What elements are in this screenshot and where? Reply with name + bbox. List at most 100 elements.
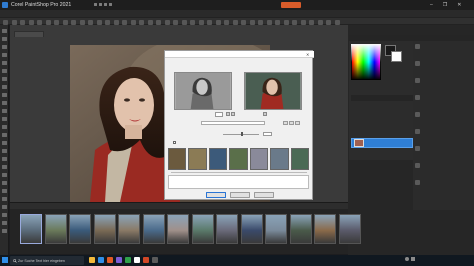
tool-button[interactable] — [2, 157, 7, 161]
tool-button[interactable] — [2, 213, 7, 217]
tool-button[interactable] — [2, 69, 7, 73]
organizer-thumbnail[interactable] — [314, 214, 336, 244]
toolbar-button[interactable] — [275, 19, 280, 25]
toolbar-button[interactable] — [249, 19, 255, 25]
toolbar-button[interactable] — [156, 19, 161, 25]
toolbar-button[interactable] — [258, 19, 263, 25]
save-preset-icon[interactable] — [283, 121, 288, 125]
redo-icon[interactable] — [99, 3, 102, 6]
volume-icon[interactable] — [411, 257, 415, 261]
taskbar-app-icon[interactable] — [143, 257, 149, 263]
preview-thumbnail[interactable] — [244, 72, 302, 110]
taskbar-app-icon[interactable] — [107, 257, 113, 263]
tool-button[interactable] — [2, 125, 7, 129]
toolbar-button[interactable] — [54, 19, 59, 25]
tool-button[interactable] — [2, 205, 7, 209]
close-button[interactable]: ✕ — [457, 2, 461, 8]
tool-button[interactable] — [2, 53, 7, 57]
effect-item[interactable] — [415, 129, 472, 141]
toolbar-button[interactable] — [317, 19, 323, 25]
toolbar-button[interactable] — [113, 19, 119, 25]
tool-button[interactable] — [2, 61, 7, 65]
toolbar-button[interactable] — [147, 19, 153, 25]
effect-item[interactable] — [415, 95, 472, 107]
toolbar-button[interactable] — [198, 19, 204, 25]
toolbar-button[interactable] — [88, 19, 93, 25]
tool-button[interactable] — [2, 101, 7, 105]
style-strip-scrollbar[interactable] — [171, 172, 307, 173]
randomize-icon[interactable] — [295, 121, 300, 125]
toolbar-button[interactable] — [45, 19, 51, 25]
toolbar-button[interactable] — [105, 19, 110, 25]
new-icon[interactable] — [109, 3, 112, 6]
maximize-button[interactable]: ❐ — [443, 2, 447, 8]
pan-icon[interactable] — [263, 112, 267, 116]
organizer-thumbnail[interactable] — [44, 214, 67, 244]
preset-dropdown[interactable] — [201, 121, 265, 125]
taskbar-app-icon[interactable] — [125, 257, 131, 263]
reset-icon[interactable] — [289, 121, 294, 125]
style-thumb[interactable] — [270, 148, 289, 170]
style-thumb[interactable] — [208, 148, 228, 170]
effect-item[interactable] — [415, 78, 472, 90]
document-tab[interactable] — [14, 31, 44, 37]
toolbar-button[interactable] — [62, 19, 68, 25]
toolbar-button[interactable] — [181, 19, 187, 25]
cancel-button[interactable] — [230, 192, 250, 198]
network-icon[interactable] — [405, 257, 409, 261]
style-thumb[interactable] — [290, 148, 309, 170]
toolbar-button[interactable] — [215, 19, 221, 25]
taskbar-app-icon[interactable] — [89, 257, 95, 263]
toolbar-button[interactable] — [224, 19, 229, 25]
tool-button[interactable] — [2, 149, 7, 153]
tool-button[interactable] — [2, 85, 7, 89]
toolbar-button[interactable] — [334, 19, 340, 25]
zoom-out-icon[interactable] — [231, 112, 235, 116]
tool-button[interactable] — [2, 197, 7, 201]
toolbar-button[interactable] — [164, 19, 170, 25]
toolbar-button[interactable] — [173, 19, 178, 25]
style-thumb[interactable] — [168, 148, 187, 170]
organizer-thumbnail[interactable] — [289, 214, 312, 244]
tool-button[interactable] — [2, 37, 7, 41]
tool-button[interactable] — [2, 141, 7, 145]
toolbar-button[interactable] — [190, 19, 195, 25]
toolbar-button[interactable] — [266, 19, 272, 25]
toolbar-button[interactable] — [207, 19, 212, 25]
help-button[interactable] — [254, 192, 274, 198]
tool-button[interactable] — [2, 173, 7, 177]
toolbar-button[interactable] — [28, 19, 34, 25]
checkbox[interactable] — [173, 141, 176, 144]
tool-button[interactable] — [2, 45, 7, 49]
tool-button[interactable] — [2, 165, 7, 169]
zoom-field[interactable] — [215, 112, 223, 117]
toolbar-button[interactable] — [326, 19, 331, 25]
strength-slider-thumb[interactable] — [241, 131, 243, 136]
taskbar-app-icon[interactable] — [134, 257, 140, 263]
original-thumbnail[interactable] — [174, 72, 232, 110]
highlight-button[interactable] — [281, 2, 301, 8]
toolbar-button[interactable] — [130, 19, 136, 25]
toolbar-button[interactable] — [139, 19, 144, 25]
toolbar-button[interactable] — [300, 19, 306, 25]
organizer-thumbnail[interactable] — [118, 214, 140, 244]
toolbar-button[interactable] — [292, 19, 297, 25]
toolbar-button[interactable] — [37, 19, 42, 25]
tool-button[interactable] — [2, 133, 7, 137]
undo-icon[interactable] — [94, 3, 97, 6]
tool-button[interactable] — [2, 229, 7, 233]
toolbar-button[interactable] — [232, 19, 238, 25]
tool-button[interactable] — [2, 181, 7, 185]
background-swatch[interactable] — [391, 51, 402, 62]
toolbar-button[interactable] — [241, 19, 246, 25]
organizer-thumbnail[interactable] — [93, 214, 116, 244]
tool-button[interactable] — [2, 77, 7, 81]
toolbar-button[interactable] — [3, 19, 8, 25]
effect-item[interactable] — [415, 61, 472, 73]
organizer-thumbnail[interactable] — [167, 214, 189, 244]
organizer-thumbnail[interactable] — [240, 214, 263, 244]
effect-item[interactable] — [415, 163, 472, 175]
save-icon[interactable] — [104, 3, 107, 6]
toolbar-button[interactable] — [79, 19, 85, 25]
toolbar-button[interactable] — [11, 19, 17, 25]
